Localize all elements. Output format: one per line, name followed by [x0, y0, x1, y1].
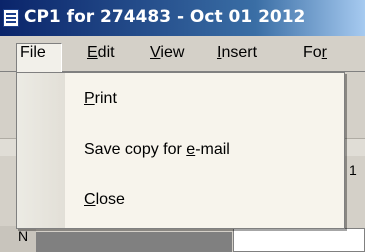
- menu-item-print[interactable]: Print: [66, 79, 342, 119]
- menu-insert[interactable]: Insert: [217, 44, 257, 62]
- document-icon[interactable]: [3, 9, 19, 27]
- menu-edit[interactable]: Edit: [87, 44, 115, 62]
- menu-item-save-copy-email[interactable]: Save copy for e-mail: [66, 130, 342, 170]
- menu-file[interactable]: File: [16, 43, 62, 72]
- menu-view[interactable]: View: [150, 44, 184, 62]
- menu-format[interactable]: For: [303, 44, 327, 62]
- menu-item-close[interactable]: Close: [66, 180, 342, 220]
- ruler-number: 1: [349, 162, 357, 178]
- window-title: CP1 for 274483 - Oct 01 2012: [24, 7, 306, 27]
- title-bar[interactable]: CP1 for 274483 - Oct 01 2012: [0, 0, 365, 36]
- menu-file-label: File: [20, 44, 46, 61]
- document-page[interactable]: [233, 228, 365, 252]
- menu-icon-gutter: [17, 73, 65, 228]
- corner-glyph: N: [18, 228, 29, 244]
- workspace-background: [36, 232, 232, 252]
- file-dropdown-menu: Print Save copy for e-mail Close: [16, 72, 345, 229]
